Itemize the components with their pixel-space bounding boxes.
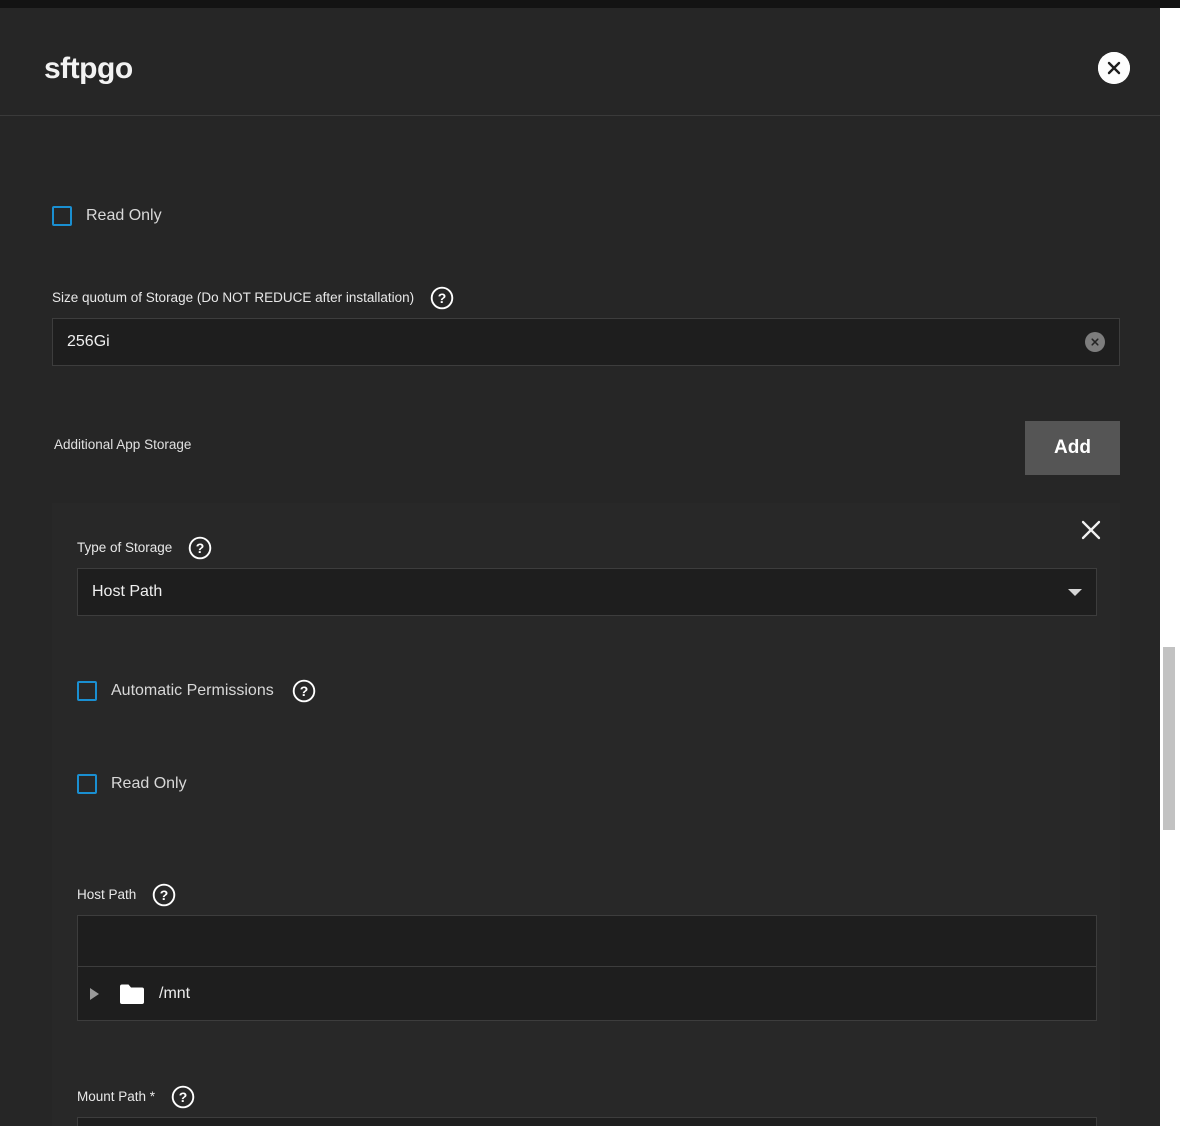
- size-quotum-clear-button[interactable]: [1085, 332, 1105, 352]
- host-path-tree-row[interactable]: /mnt: [77, 967, 1097, 1021]
- remove-storage-button[interactable]: [1076, 515, 1106, 545]
- type-of-storage-label-row: Type of Storage ?: [77, 536, 212, 560]
- read-only-top-row[interactable]: Read Only: [52, 206, 162, 226]
- type-of-storage-value: Host Path: [92, 583, 1068, 601]
- page-title: sftpgo: [44, 52, 133, 86]
- type-of-storage-label: Type of Storage: [77, 539, 172, 557]
- add-storage-button[interactable]: Add: [1025, 421, 1120, 475]
- mount-path-help-icon[interactable]: ?: [171, 1085, 195, 1109]
- mount-path-label: Mount Path *: [77, 1088, 155, 1106]
- close-icon: [1076, 515, 1106, 545]
- close-dialog-button[interactable]: [1098, 52, 1130, 84]
- close-icon: [1098, 52, 1130, 84]
- svg-text:?: ?: [299, 683, 308, 699]
- read-only-top-checkbox[interactable]: [52, 206, 72, 226]
- read-only-row[interactable]: Read Only: [77, 774, 187, 794]
- type-of-storage-select[interactable]: Host Path: [77, 568, 1097, 616]
- size-quotum-label: Size quotum of Storage (Do NOT REDUCE af…: [52, 289, 414, 307]
- additional-storage-card: Type of Storage ? Host Path Automatic Pe…: [52, 503, 1120, 1126]
- dialog-body-scroll-area[interactable]: Read Only Size quotum of Storage (Do NOT…: [0, 116, 1160, 1126]
- read-only-top-label: Read Only: [86, 207, 162, 225]
- host-path-label: Host Path: [77, 886, 136, 904]
- automatic-permissions-label: Automatic Permissions: [111, 682, 274, 700]
- type-of-storage-help-icon[interactable]: ?: [188, 536, 212, 560]
- automatic-permissions-checkbox[interactable]: [77, 681, 97, 701]
- read-only-checkbox[interactable]: [77, 774, 97, 794]
- mount-path-input[interactable]: [77, 1117, 1097, 1126]
- automatic-permissions-help-icon[interactable]: ?: [292, 679, 316, 703]
- host-path-tree-item-label: /mnt: [159, 985, 190, 1003]
- host-path-explorer: /mnt: [77, 915, 1097, 1021]
- size-quotum-label-row: Size quotum of Storage (Do NOT REDUCE af…: [52, 286, 454, 310]
- automatic-permissions-row[interactable]: Automatic Permissions ?: [77, 679, 316, 703]
- dialog-header: sftpgo: [0, 8, 1160, 116]
- read-only-label: Read Only: [111, 775, 187, 793]
- folder-icon: [119, 983, 145, 1005]
- host-path-input[interactable]: [77, 915, 1097, 967]
- svg-text:?: ?: [178, 1089, 187, 1105]
- svg-text:?: ?: [159, 887, 168, 903]
- vertical-scrollbar-track[interactable]: [1160, 8, 1180, 1126]
- size-quotum-input[interactable]: 256Gi: [52, 318, 1120, 366]
- additional-app-storage-label: Additional App Storage: [54, 437, 191, 452]
- host-path-label-row: Host Path ?: [77, 883, 176, 907]
- vertical-scrollbar-thumb[interactable]: [1163, 647, 1175, 830]
- mount-path-label-row: Mount Path * ?: [77, 1085, 195, 1109]
- chevron-down-icon: [1068, 589, 1082, 596]
- size-quotum-value: 256Gi: [67, 333, 1085, 351]
- chevron-right-icon[interactable]: [90, 988, 99, 1000]
- svg-text:?: ?: [195, 540, 204, 556]
- window-top-strip: [0, 0, 1180, 8]
- app-install-dialog: sftpgo Read Only Size quotum of Storage …: [0, 8, 1160, 1126]
- host-path-help-icon[interactable]: ?: [152, 883, 176, 907]
- size-quotum-help-icon[interactable]: ?: [430, 286, 454, 310]
- svg-text:?: ?: [437, 290, 446, 306]
- clear-icon: [1089, 336, 1101, 348]
